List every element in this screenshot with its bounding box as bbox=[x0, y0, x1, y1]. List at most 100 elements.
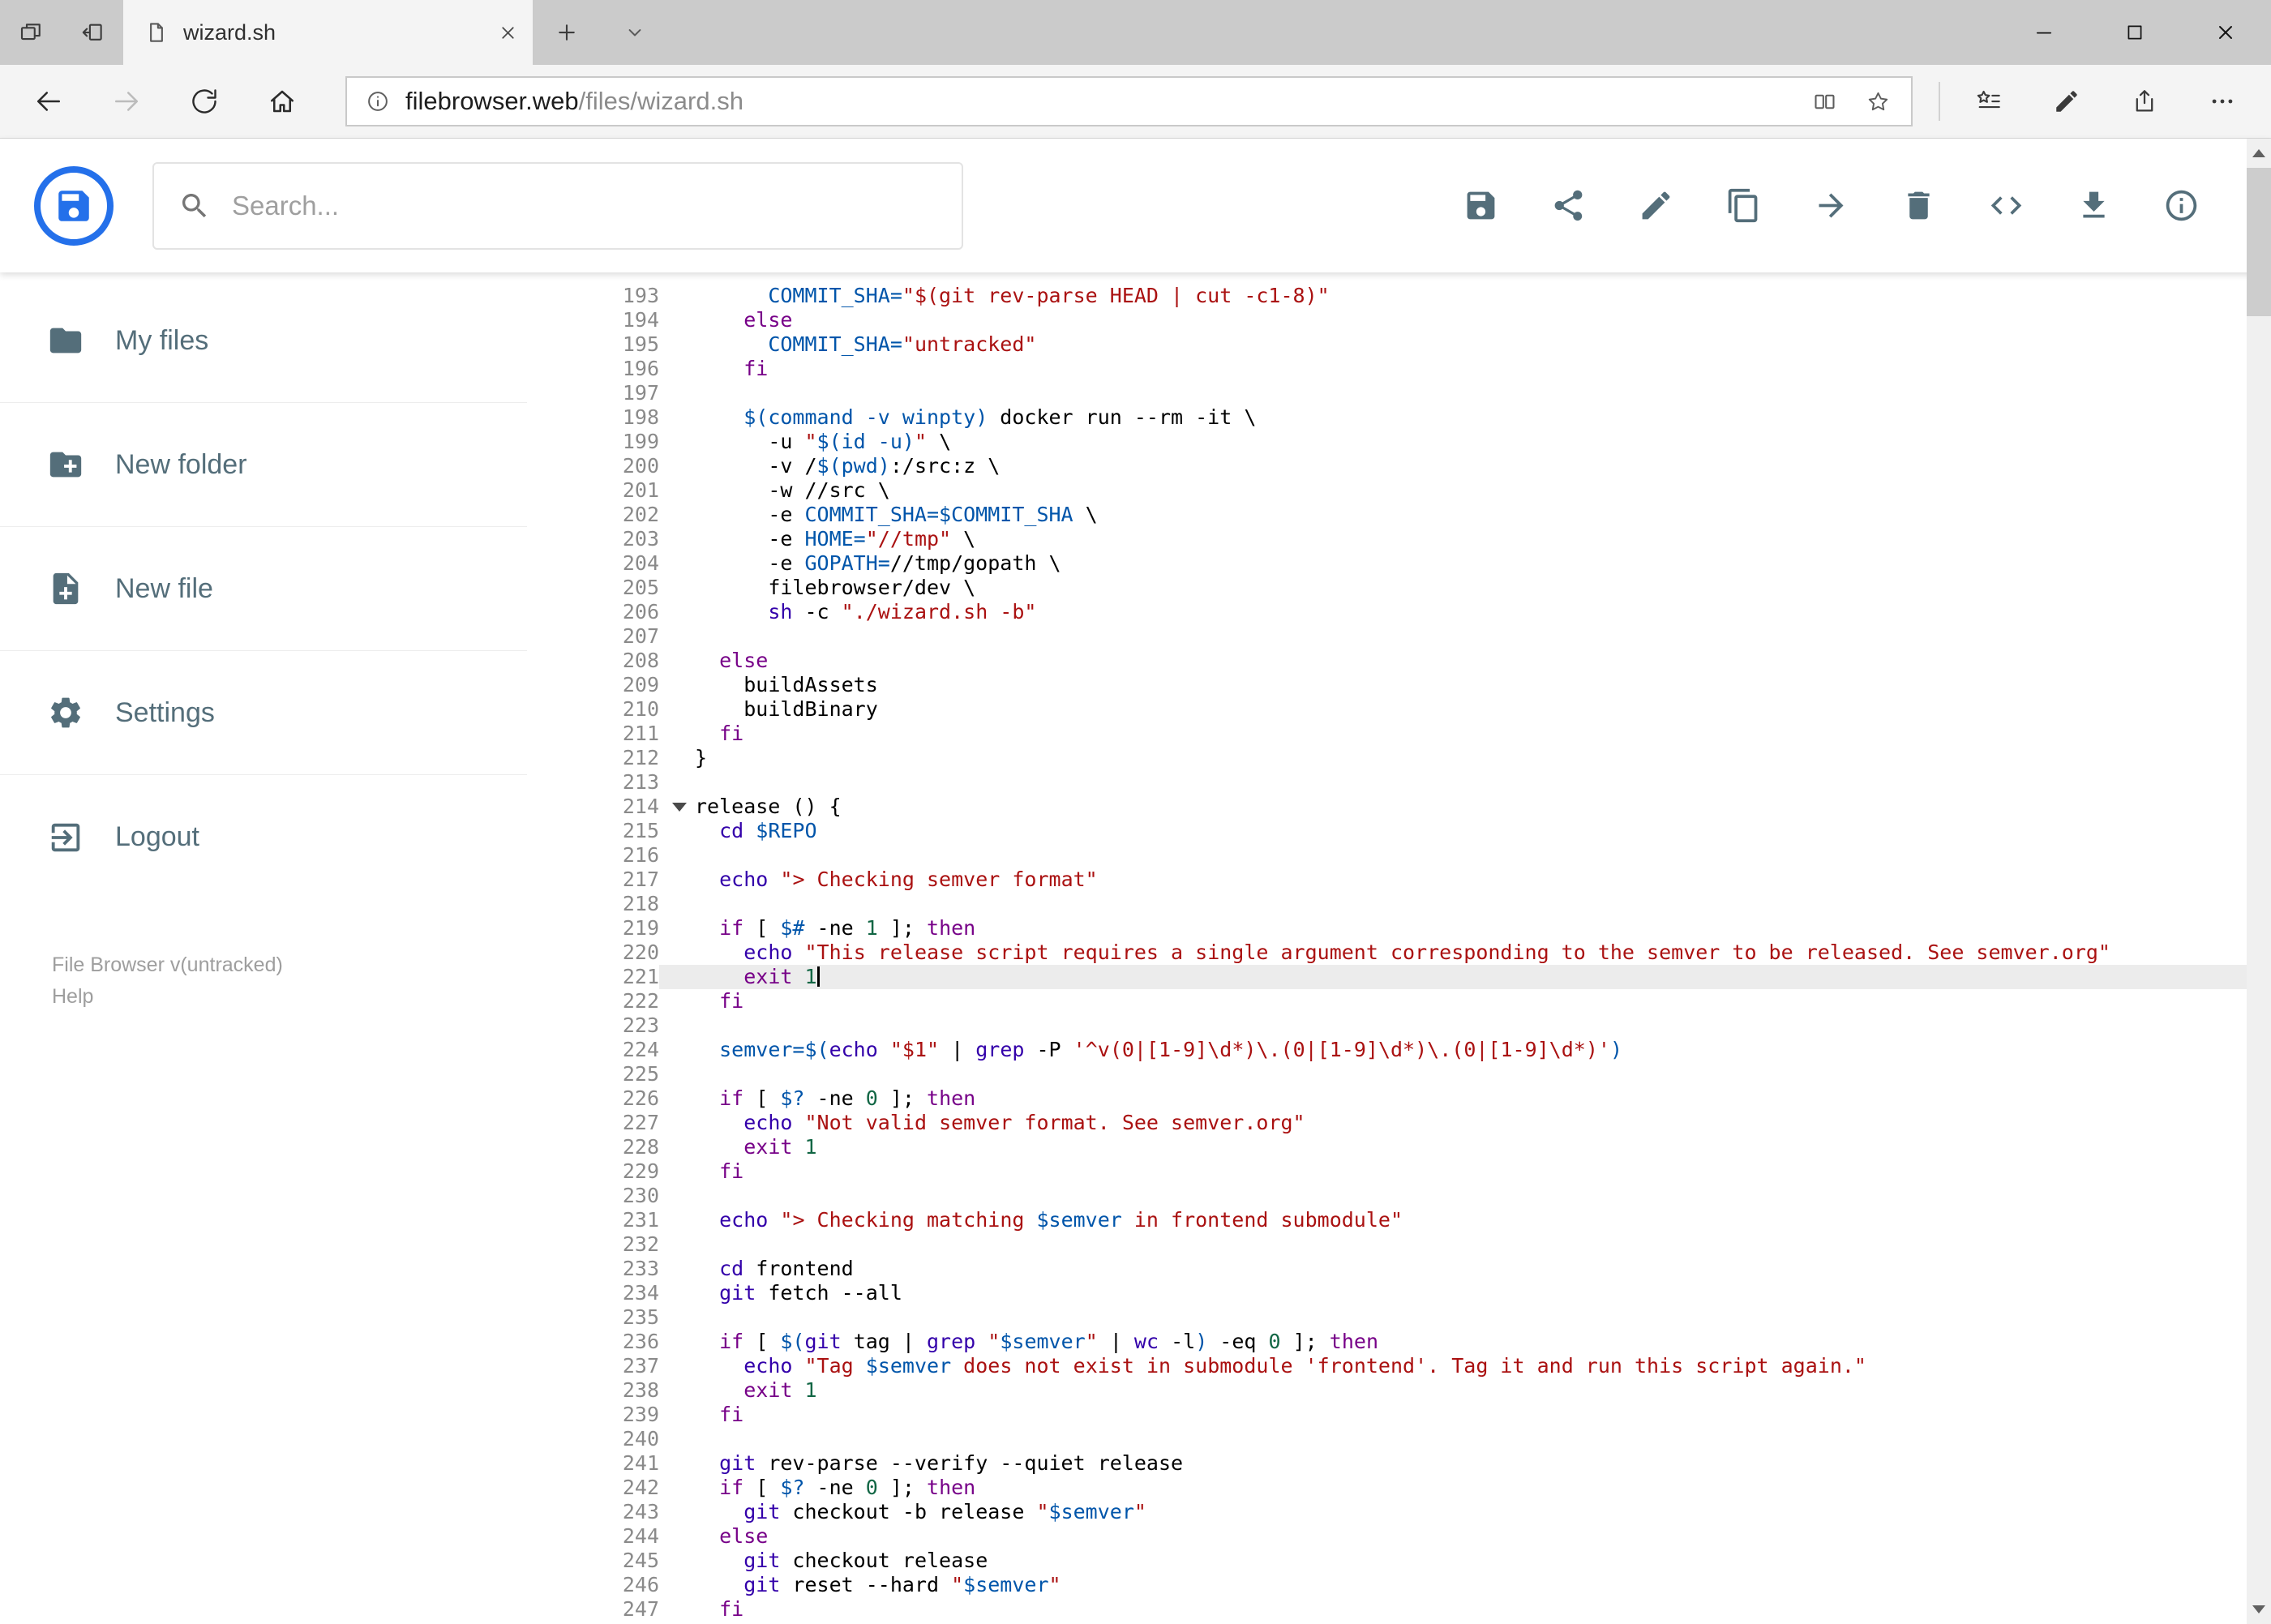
code-text[interactable]: git rev-parse --verify --quiet release bbox=[659, 1451, 2247, 1476]
more-button[interactable] bbox=[2183, 75, 2261, 128]
code-icon[interactable] bbox=[1988, 187, 2025, 224]
code-text[interactable]: fi bbox=[659, 722, 2247, 746]
share-button[interactable] bbox=[2106, 75, 2183, 128]
code-text[interactable]: exit 1 bbox=[659, 1378, 2247, 1403]
site-info-icon[interactable] bbox=[358, 82, 397, 121]
edit-icon[interactable] bbox=[1638, 187, 1674, 224]
code-text[interactable] bbox=[659, 1427, 2247, 1451]
code-text[interactable]: -e GOPATH=//tmp/gopath \ bbox=[659, 551, 2247, 576]
code-text[interactable]: semver=$(echo "$1" | grep -P '^v(0|[1-9]… bbox=[659, 1038, 2247, 1062]
sidebar-item-logout[interactable]: Logout bbox=[0, 775, 527, 899]
code-text[interactable] bbox=[659, 381, 2247, 405]
code-text[interactable]: else bbox=[659, 1524, 2247, 1549]
search-box[interactable] bbox=[152, 161, 963, 250]
code-text[interactable]: -u "$(id -u)" \ bbox=[659, 430, 2247, 454]
code-text[interactable]: if [ $# -ne 1 ]; then bbox=[659, 916, 2247, 941]
move-icon[interactable] bbox=[1813, 187, 1849, 224]
code-text[interactable]: exit 1 bbox=[659, 1135, 2247, 1159]
refresh-button[interactable] bbox=[165, 75, 243, 128]
search-input[interactable] bbox=[232, 190, 937, 221]
window-close-button[interactable] bbox=[2180, 0, 2271, 65]
download-icon[interactable] bbox=[2076, 187, 2112, 224]
code-text[interactable] bbox=[659, 770, 2247, 795]
code-text[interactable] bbox=[659, 1013, 2247, 1038]
code-text[interactable]: if [ $? -ne 0 ]; then bbox=[659, 1086, 2247, 1111]
sidebar-item-new-folder[interactable]: New folder bbox=[0, 403, 527, 527]
scroll-thumb[interactable] bbox=[2247, 168, 2271, 316]
share-icon[interactable] bbox=[1550, 187, 1587, 224]
code-text[interactable]: fi bbox=[659, 1403, 2247, 1427]
code-text[interactable]: fi bbox=[659, 1159, 2247, 1184]
save-icon[interactable] bbox=[1463, 187, 1499, 224]
code-text[interactable]: buildBinary bbox=[659, 697, 2247, 722]
code-text[interactable]: sh -c "./wizard.sh -b" bbox=[659, 600, 2247, 624]
app-logo[interactable] bbox=[34, 165, 114, 246]
code-text[interactable]: filebrowser/dev \ bbox=[659, 576, 2247, 600]
code-text[interactable]: git fetch --all bbox=[659, 1281, 2247, 1305]
code-text[interactable] bbox=[659, 843, 2247, 868]
browser-tab[interactable]: wizard.sh bbox=[123, 0, 533, 65]
code-text[interactable]: fi bbox=[659, 989, 2247, 1013]
hub-button[interactable] bbox=[1950, 75, 2028, 128]
code-text[interactable]: -e HOME="//tmp" \ bbox=[659, 527, 2247, 551]
help-link[interactable]: Help bbox=[52, 981, 527, 1013]
url-text[interactable]: filebrowser.web/files/wizard.sh bbox=[405, 87, 1798, 116]
info-circle-icon[interactable] bbox=[2163, 187, 2200, 224]
code-text[interactable] bbox=[659, 1305, 2247, 1330]
reading-view-button[interactable] bbox=[1798, 79, 1851, 123]
code-text[interactable]: git reset --hard "$semver" bbox=[659, 1573, 2247, 1597]
code-text[interactable]: } bbox=[659, 746, 2247, 770]
code-text[interactable]: if [ $? -ne 0 ]; then bbox=[659, 1476, 2247, 1500]
code-text[interactable]: else bbox=[659, 308, 2247, 332]
fold-marker-icon[interactable] bbox=[672, 803, 687, 812]
code-text[interactable]: if [ $(git tag | grep "$semver" | wc -l)… bbox=[659, 1330, 2247, 1354]
code-text[interactable]: echo "> Checking semver format" bbox=[659, 868, 2247, 892]
web-note-button[interactable] bbox=[2028, 75, 2106, 128]
address-bar[interactable]: filebrowser.web/files/wizard.sh bbox=[345, 76, 1913, 126]
code-text[interactable]: fi bbox=[659, 1597, 2247, 1622]
code-text[interactable]: $(command -v winpty) docker run --rm -it… bbox=[659, 405, 2247, 430]
scroll-down-arrow[interactable] bbox=[2247, 1596, 2271, 1622]
back-button[interactable] bbox=[10, 75, 88, 128]
code-text[interactable] bbox=[659, 1184, 2247, 1208]
code-text[interactable]: -v /$(pwd):/src:z \ bbox=[659, 454, 2247, 478]
code-text[interactable] bbox=[659, 1232, 2247, 1257]
scroll-up-arrow[interactable] bbox=[2247, 140, 2271, 166]
code-text[interactable]: git checkout -b release "$semver" bbox=[659, 1500, 2247, 1524]
code-text[interactable]: -e COMMIT_SHA=$COMMIT_SHA \ bbox=[659, 503, 2247, 527]
sidebar-item-new-file[interactable]: New file bbox=[0, 527, 527, 651]
code-text[interactable]: git checkout release bbox=[659, 1549, 2247, 1573]
code-text[interactable]: echo "Not valid semver format. See semve… bbox=[659, 1111, 2247, 1135]
code-text[interactable]: COMMIT_SHA="untracked" bbox=[659, 332, 2247, 357]
code-text[interactable]: -w //src \ bbox=[659, 478, 2247, 503]
code-text[interactable]: cd $REPO bbox=[659, 819, 2247, 843]
new-tab-button[interactable] bbox=[533, 0, 601, 65]
set-tabs-aside-button[interactable] bbox=[62, 0, 123, 65]
code-text[interactable]: fi bbox=[659, 357, 2247, 381]
vertical-scrollbar[interactable] bbox=[2247, 139, 2271, 1624]
tab-close-icon[interactable] bbox=[498, 23, 518, 43]
home-button[interactable] bbox=[243, 75, 321, 128]
code-text[interactable]: buildAssets bbox=[659, 673, 2247, 697]
code-text[interactable]: exit 1 bbox=[659, 965, 2247, 989]
sidebar-item-settings[interactable]: Settings bbox=[0, 651, 527, 775]
code-text[interactable] bbox=[659, 892, 2247, 916]
maximize-button[interactable] bbox=[2089, 0, 2180, 65]
code-text[interactable]: COMMIT_SHA="$(git rev-parse HEAD | cut -… bbox=[659, 284, 2247, 308]
forward-button[interactable] bbox=[88, 75, 165, 128]
sidebar-item-my-files[interactable]: My files bbox=[0, 279, 527, 403]
favorite-star-button[interactable] bbox=[1851, 79, 1905, 123]
minimize-button[interactable] bbox=[1999, 0, 2089, 65]
code-text[interactable]: echo "This release script requires a sin… bbox=[659, 941, 2247, 965]
code-text[interactable]: release () { bbox=[659, 795, 2247, 819]
code-text[interactable] bbox=[659, 1062, 2247, 1086]
code-text[interactable]: echo "Tag $semver does not exist in subm… bbox=[659, 1354, 2247, 1378]
code-text[interactable]: echo "> Checking matching $semver in fro… bbox=[659, 1208, 2247, 1232]
code-text[interactable] bbox=[659, 624, 2247, 649]
delete-icon[interactable] bbox=[1900, 187, 1937, 224]
copy-icon[interactable] bbox=[1725, 187, 1762, 224]
tab-preview-toggle[interactable] bbox=[0, 0, 62, 65]
tab-list-chevron[interactable] bbox=[601, 0, 669, 65]
code-text[interactable]: cd frontend bbox=[659, 1257, 2247, 1281]
code-text[interactable]: else bbox=[659, 649, 2247, 673]
